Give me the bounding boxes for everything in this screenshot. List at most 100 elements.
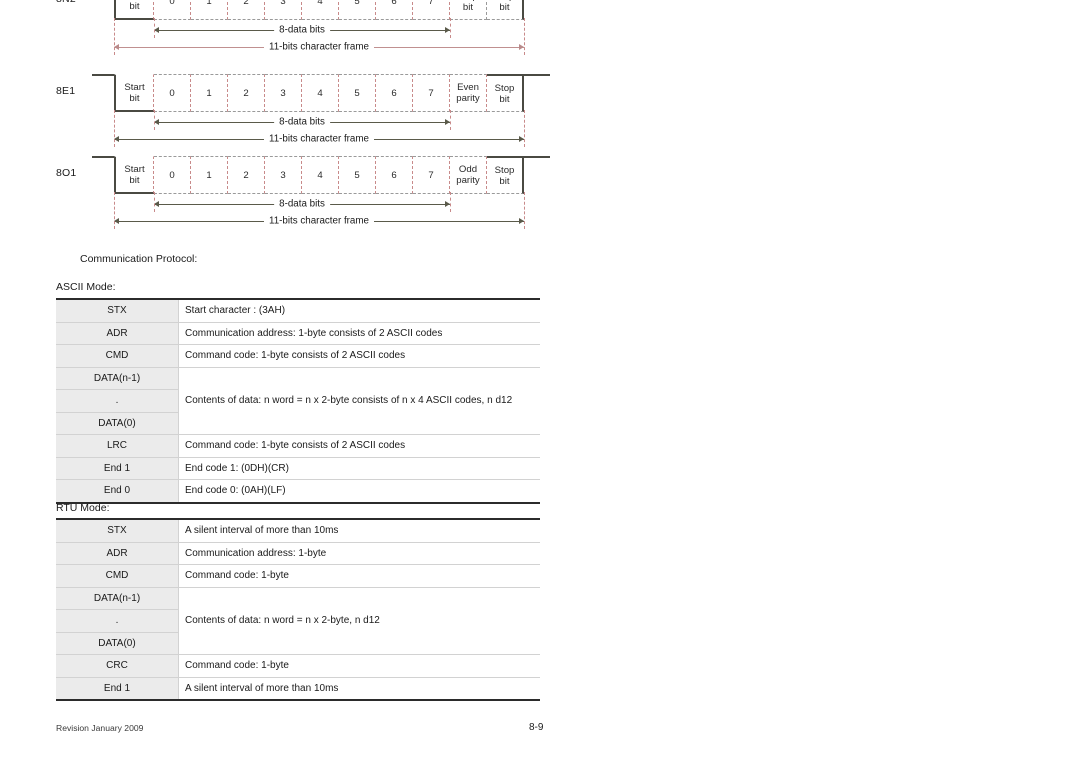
frame-cell: Stop bit: [487, 156, 524, 194]
frame-cell: Start bit: [114, 74, 154, 112]
frame-cell: 1: [191, 74, 228, 112]
frame-label: 8E1: [56, 85, 76, 97]
measure-extension-tick: [450, 110, 451, 130]
frame-measure-annotation: 11-bits character frame: [92, 18, 544, 55]
table-cell-field: .: [56, 609, 179, 633]
idle-high-line-trailing: [524, 74, 550, 76]
table-row: LRC Command code: 1-byte consists of 2 AS…: [56, 434, 540, 458]
character-frame-cells: Start bit01234567Stop bitStop bit: [114, 0, 524, 20]
table-cell-field: DATA(0): [56, 631, 179, 655]
measure-extension-tick: [450, 18, 451, 38]
frame-label: 8N2: [56, 0, 96, 5]
measure-extension-tick: [524, 192, 525, 229]
frame-cell: 0: [154, 74, 191, 112]
table-row: CMD Command code: 1-byte consists of 2 AS…: [56, 344, 540, 368]
footer-page-number: 8-9: [529, 722, 544, 733]
frame-cell: 0: [154, 0, 191, 20]
measure-extension-tick: [524, 110, 525, 147]
frame-cell: 2: [228, 0, 265, 20]
measure-extension-tick: [114, 192, 115, 229]
frame-cell: 2: [228, 74, 265, 112]
table-row: DATA(n-1) Contents of data: n word = n x …: [56, 586, 540, 655]
table-cell-field: STX: [56, 298, 179, 323]
frame-measure-annotation: 11-bits character frame: [92, 110, 544, 147]
frame-cell: 7: [413, 0, 450, 20]
table-row: CMD Command code: 1-byte: [56, 564, 540, 588]
table-cell-field: LRC: [56, 434, 179, 458]
frame-cell: Odd parity: [450, 156, 487, 194]
footer-revision: Revision January 2009: [56, 723, 144, 733]
measure-label: 8-data bits: [274, 198, 330, 210]
frame-cell: 6: [376, 74, 413, 112]
rtu-mode-heading: RTU Mode:: [56, 502, 110, 514]
ascii-mode-table: STX Start character : (3AH) ADR Communicati…: [56, 298, 540, 504]
idle-high-line-trailing: [524, 156, 550, 158]
frame-cell: 5: [339, 74, 376, 112]
table-row: End 1 End code 1: (0DH)(CR): [56, 456, 540, 480]
table-cell-description: A silent interval of more than 10ms: [178, 676, 540, 701]
table-cell-field: ADR: [56, 321, 179, 345]
table-cell-description: Communication address: 1-byte consists o…: [178, 321, 540, 345]
measure-extension-tick: [114, 110, 115, 147]
table-cell-field: DATA(n-1): [56, 366, 179, 390]
frame-cell: 6: [376, 156, 413, 194]
frame-cell: 1: [191, 0, 228, 20]
character-frame-cells: Start bit 0 1 2 3 4 5 6 7 Odd parity Stop bit: [114, 156, 524, 194]
table-cell-description: Start character : (3AH): [178, 298, 540, 323]
table-cell-description: End code 0: (0AH)(LF): [178, 479, 540, 503]
table-cell-description: Command code: 1-byte: [178, 564, 540, 588]
table-cell-description: Command code: 1-byte consists of 2 ASCII…: [178, 434, 540, 458]
table-cell-field: CMD: [56, 344, 179, 368]
frame-cell: 3: [265, 74, 302, 112]
measure-extension-tick: [114, 18, 115, 55]
frame-cell: 6: [376, 0, 413, 20]
table-cell-field: End 0: [56, 479, 179, 503]
measure-extension-tick: [154, 192, 155, 212]
table-cell-field: CRC: [56, 654, 179, 678]
frame-cell: 0: [154, 156, 191, 194]
frame-measure-annotation: 8-data bits: [92, 192, 544, 212]
table-row: End 1A silent interval of more than 10ms: [56, 676, 540, 701]
table-cell-field: End 1: [56, 676, 179, 701]
table-cell-description: Communication address: 1-byte: [178, 541, 540, 565]
frame-cell: 5: [339, 0, 376, 20]
measure-extension-tick: [154, 18, 155, 38]
measure-extension-tick: [450, 192, 451, 212]
frame-cell: Stop bit: [450, 0, 487, 20]
table-row: DATA(n-1) Contents of data: n word = n x …: [56, 366, 540, 435]
frame-cell: 2: [228, 156, 265, 194]
table-cell-field: ADR: [56, 541, 179, 565]
rtu-mode-table: STX A silent interval of more than 10ms AD…: [56, 518, 540, 701]
table-cell-field: DATA(n-1): [56, 586, 179, 610]
frame-cell: 3: [265, 156, 302, 194]
frame-cell: 3: [265, 0, 302, 20]
idle-high-line-leading: [92, 156, 114, 158]
idle-high-line-leading: [92, 74, 114, 76]
table-cell-field: DATA(0): [56, 411, 179, 435]
measure-label: 11-bits character frame: [263, 133, 375, 145]
frame-measure-annotation: 8-data bits: [92, 110, 544, 130]
frame-cell: 1: [191, 156, 228, 194]
table-cell-description: Contents of data: n word = n x 2-byte co…: [178, 366, 540, 435]
frame-cell: Stop bit: [487, 74, 524, 112]
frame-measure-annotation: 11-bits character frame: [92, 192, 544, 229]
table-cell-field: STX: [56, 518, 179, 543]
table-cell-field: End 1: [56, 456, 179, 480]
frame-cell: 4: [302, 74, 339, 112]
frame-label: 8O1: [56, 167, 77, 179]
table-cell-description: Command code: 1-byte consists of 2 ASCII…: [178, 344, 540, 368]
table-cell-description: End code 1: (0DH)(CR): [178, 456, 540, 480]
frame-cell: 4: [302, 0, 339, 20]
measure-extension-tick: [154, 110, 155, 130]
frame-cell: 5: [339, 156, 376, 194]
table-cell-description: Command code: 1-byte: [178, 654, 540, 678]
measure-label: 11-bits character frame: [263, 41, 375, 53]
frame-cell: Start bit: [114, 0, 154, 20]
table-cell-description: A silent interval of more than 10ms: [178, 518, 540, 543]
table-cell-field: CMD: [56, 564, 179, 588]
communication-protocol-heading: Communication Protocol:: [80, 253, 198, 265]
frame-cell: 7: [413, 156, 450, 194]
measure-extension-tick: [524, 18, 525, 55]
table-cell-description: Contents of data: n word = n x 2-byte, n…: [178, 586, 540, 655]
frame-cell: 4: [302, 156, 339, 194]
